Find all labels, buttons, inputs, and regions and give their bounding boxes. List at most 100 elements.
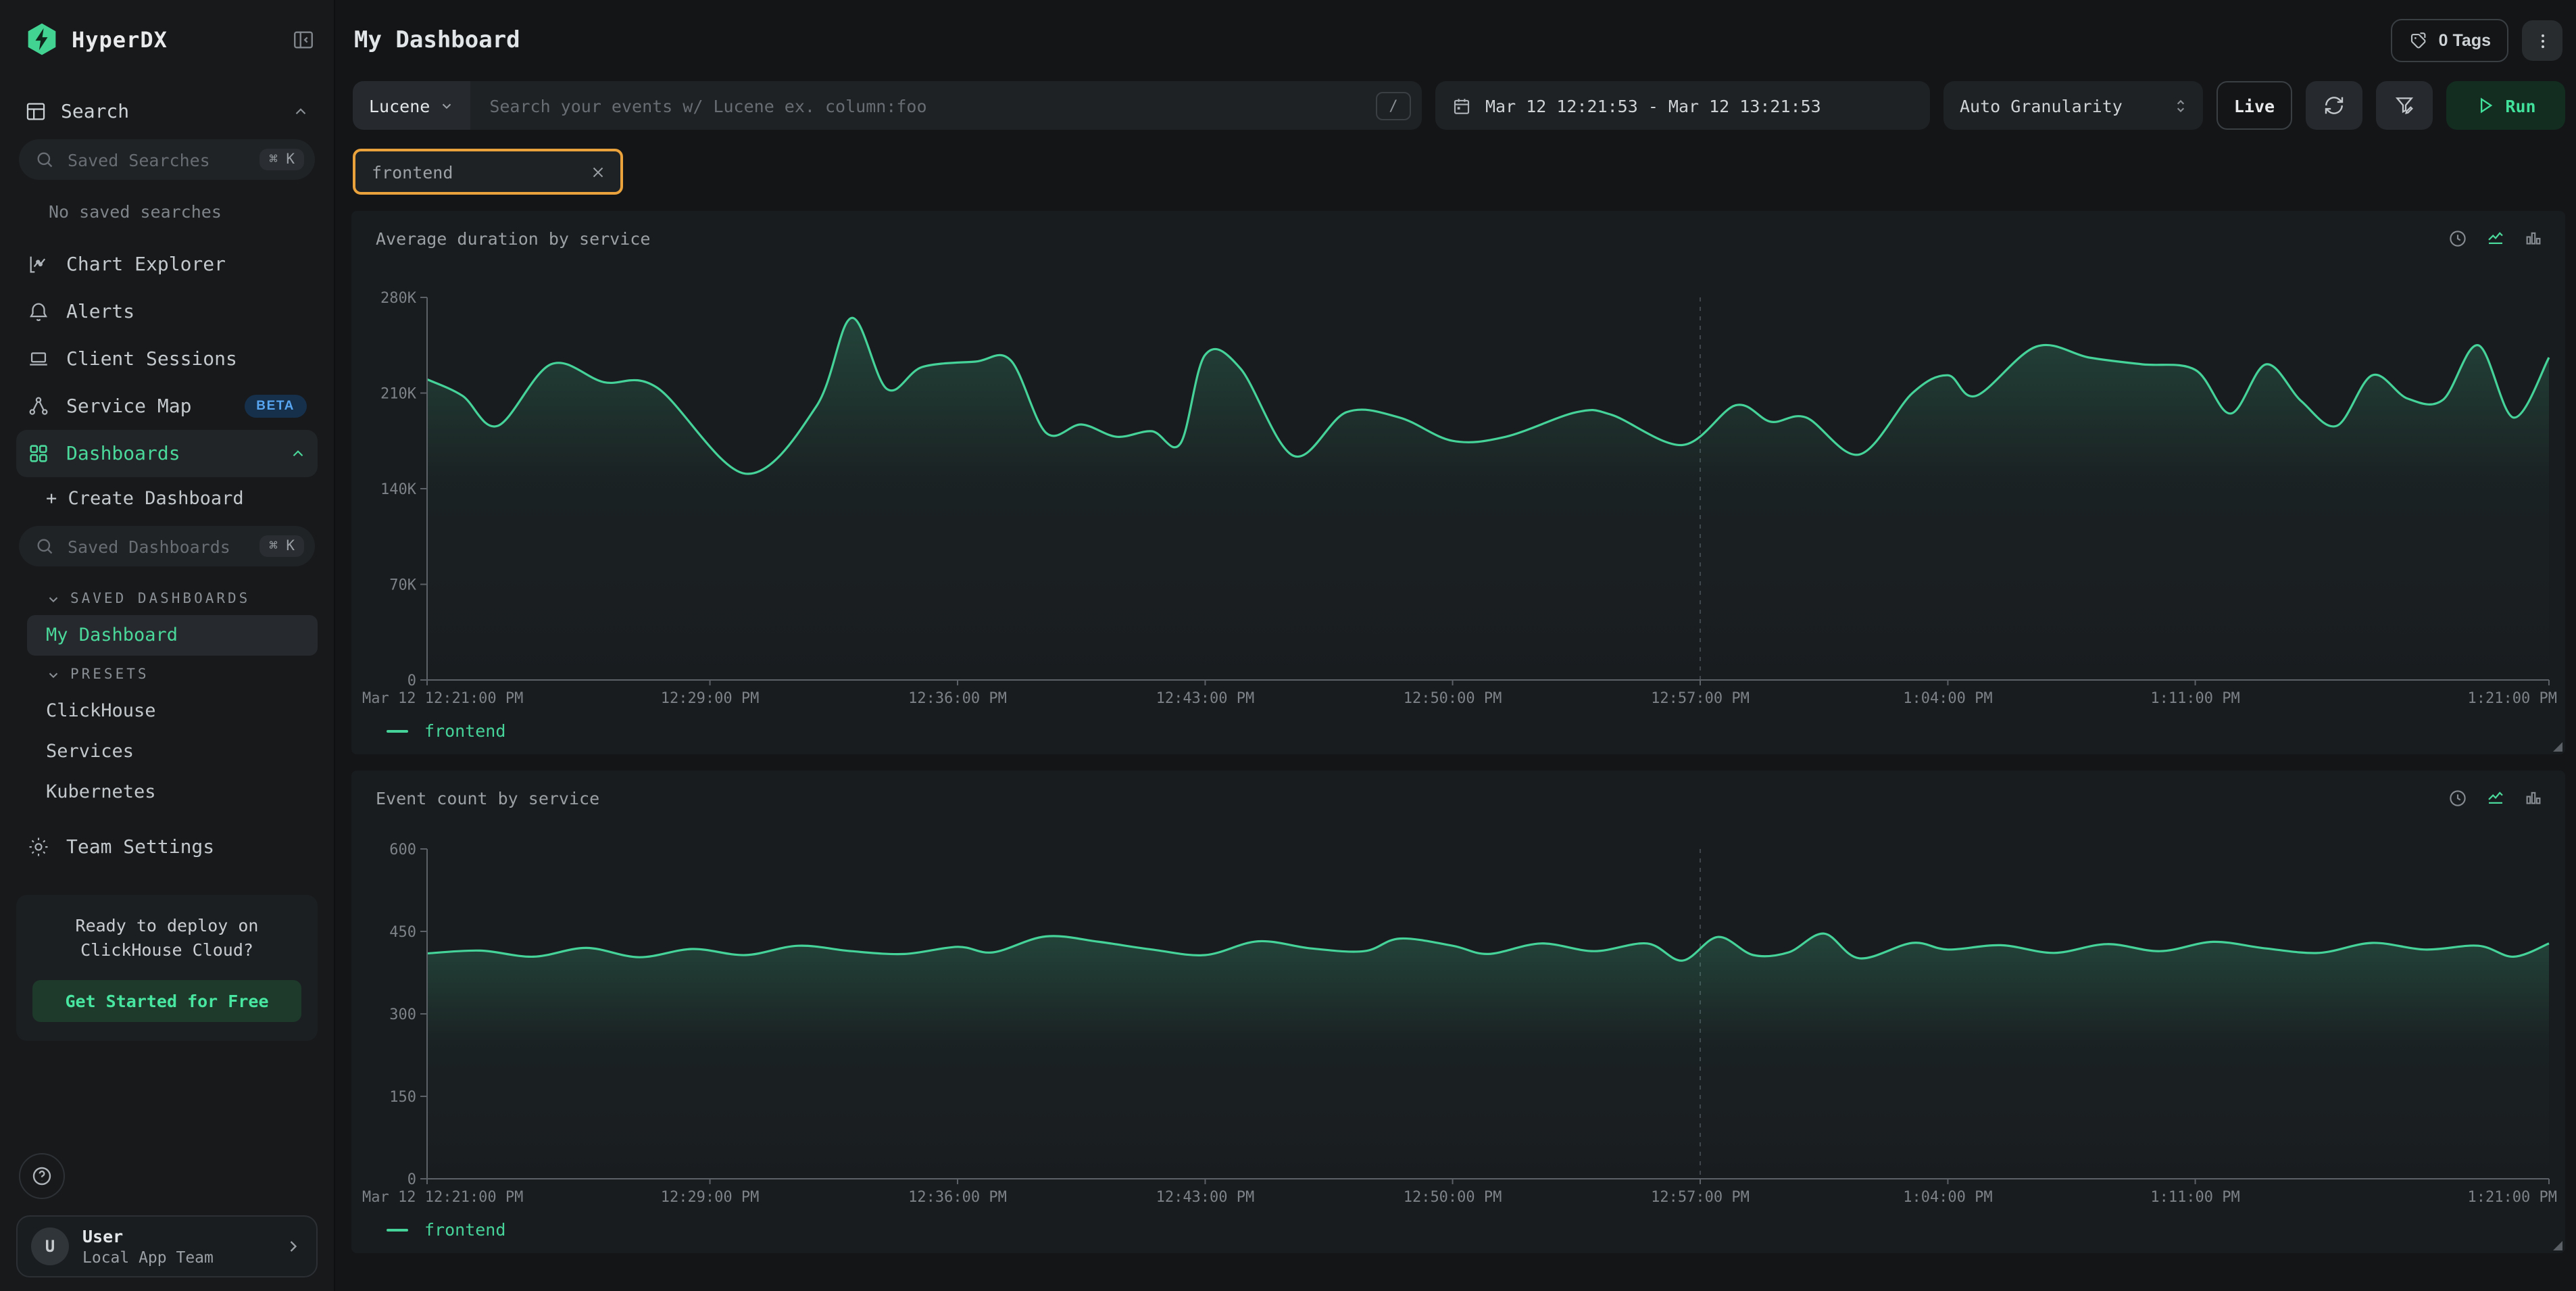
beta-badge: BETA <box>244 395 307 418</box>
chart-canvas-box[interactable]: 070K140K210K280KMar 12 12:21:00 PM12:29:… <box>351 257 2565 718</box>
promo-text: Ready to deploy on ClickHouse Cloud? <box>32 914 301 963</box>
date-range-picker[interactable]: Mar 12 12:21:53 - Mar 12 13:21:53 <box>1435 81 1930 130</box>
chart-legend[interactable]: frontend <box>351 718 2565 754</box>
legend-series-name[interactable]: frontend <box>424 1219 505 1240</box>
y-tick-label: 600 <box>389 842 416 858</box>
sidebar-item-dashboards[interactable]: Dashboards <box>16 430 318 477</box>
preset-clickhouse[interactable]: ClickHouse <box>27 691 318 731</box>
create-dashboard-link[interactable]: + Create Dashboard <box>16 477 318 520</box>
panel-resize-handle[interactable] <box>2553 1241 2562 1250</box>
chart-title: Average duration by service <box>376 228 2448 249</box>
sidebar-item-label: Alerts <box>66 301 307 322</box>
y-tick-label: 450 <box>389 924 416 941</box>
saved-dashboards-heading[interactable]: SAVED DASHBOARDS <box>16 580 318 615</box>
chevron-down-icon <box>46 667 61 682</box>
refresh-button[interactable] <box>2306 81 2362 130</box>
series-area <box>427 933 2549 1179</box>
no-saved-searches-text: No saved searches <box>16 193 318 241</box>
hyperdx-logo-icon <box>24 22 59 57</box>
search-section-icon <box>24 100 47 123</box>
chevron-up-down-icon <box>2172 97 2189 114</box>
live-button-label: Live <box>2234 95 2275 116</box>
tags-button-label: 0 Tags <box>2439 31 2491 50</box>
x-tick-label: 12:57:00 PM <box>1651 1189 1750 1206</box>
chart-panel-event-count: Event count by service 0150300450600Mar … <box>351 771 2565 1253</box>
user-name: User <box>82 1226 270 1247</box>
sidebar-item-service-map[interactable]: Service Map BETA <box>16 383 318 430</box>
presets-heading[interactable]: PRESETS <box>16 656 318 691</box>
y-tick-label: 300 <box>389 1006 416 1023</box>
series-area <box>427 318 2549 680</box>
bar-chart-icon[interactable] <box>2523 228 2544 249</box>
y-tick-label: 140K <box>380 481 417 498</box>
bar-chart-icon[interactable] <box>2523 788 2544 808</box>
y-tick-label: 210K <box>380 386 417 403</box>
time-format-icon[interactable] <box>2448 228 2468 249</box>
y-tick-label: 0 <box>407 1171 416 1188</box>
granularity-value: Auto Granularity <box>1960 95 2172 116</box>
user-card[interactable]: U User Local App Team <box>16 1215 318 1277</box>
run-button[interactable]: Run <box>2446 81 2565 130</box>
page-title: My Dashboard <box>354 27 2392 54</box>
saved-searches-input[interactable] <box>65 148 249 171</box>
x-tick-label: Mar 12 12:21:00 PM <box>362 1189 523 1206</box>
sidebar-collapse-icon[interactable] <box>292 28 315 51</box>
x-tick-label: 12:29:00 PM <box>661 690 760 707</box>
x-tick-label: 12:43:00 PM <box>1156 690 1255 707</box>
refresh-icon <box>2323 95 2345 116</box>
x-tick-label: 12:36:00 PM <box>908 690 1007 707</box>
sidebar-item-label: Chart Explorer <box>66 253 307 275</box>
chart-canvas[interactable]: 070K140K210K280KMar 12 12:21:00 PM12:29:… <box>357 257 2560 718</box>
service-map-icon <box>27 395 50 418</box>
close-icon[interactable] <box>589 163 607 180</box>
chart-canvas[interactable]: 0150300450600Mar 12 12:21:00 PM12:29:00 … <box>357 817 2560 1217</box>
x-tick-label: 12:50:00 PM <box>1404 1189 1502 1206</box>
chart-panel-average-duration: Average duration by service 070K140K210K… <box>351 211 2565 754</box>
presets-heading-label: PRESETS <box>70 666 149 683</box>
get-started-button[interactable]: Get Started for Free <box>32 981 301 1023</box>
chevron-down-icon <box>439 98 454 113</box>
chart-legend[interactable]: frontend <box>351 1217 2565 1253</box>
saved-searches-search[interactable]: ⌘ K <box>19 139 315 180</box>
sidebar-item-chart-explorer[interactable]: Chart Explorer <box>16 241 318 288</box>
preset-services[interactable]: Services <box>27 731 318 772</box>
live-button[interactable]: Live <box>2216 81 2292 130</box>
preset-kubernetes[interactable]: Kubernetes <box>27 772 318 812</box>
sidebar-item-label: Service Map <box>66 395 228 417</box>
cmd-k-shortcut: ⌘ K <box>259 535 304 557</box>
main-content: My Dashboard 0 Tags Lucene <box>335 0 2576 1291</box>
panel-resize-handle[interactable] <box>2553 742 2562 752</box>
sidebar-section-search[interactable]: Search <box>16 89 318 134</box>
language-select-label: Lucene <box>369 95 430 116</box>
event-search-input[interactable] <box>487 94 1376 117</box>
x-tick-label: 12:57:00 PM <box>1651 690 1750 707</box>
gear-icon <box>27 835 50 858</box>
filter-chip-frontend[interactable]: frontend <box>353 149 623 195</box>
saved-dashboards-search[interactable]: ⌘ K <box>19 526 315 566</box>
chart-explorer-icon <box>27 253 50 276</box>
legend-dash <box>387 1228 408 1231</box>
tags-button[interactable]: 0 Tags <box>2392 19 2508 62</box>
x-tick-label: 1:04:00 PM <box>1903 690 1992 707</box>
filter-button[interactable] <box>2376 81 2433 130</box>
dashboard-menu-button[interactable] <box>2522 20 2562 61</box>
chart-title: Event count by service <box>376 788 2448 808</box>
chart-canvas-box[interactable]: 0150300450600Mar 12 12:21:00 PM12:29:00 … <box>351 817 2565 1217</box>
filter-chip-value: frontend <box>372 162 453 182</box>
sidebar-item-label: Team Settings <box>66 836 307 858</box>
granularity-select[interactable]: Auto Granularity <box>1943 81 2203 130</box>
x-tick-label: 1:11:00 PM <box>2150 1189 2239 1206</box>
legend-series-name[interactable]: frontend <box>424 721 505 741</box>
sidebar-item-my-dashboard[interactable]: My Dashboard <box>27 615 318 656</box>
sidebar-item-alerts[interactable]: Alerts <box>16 288 318 335</box>
line-chart-icon[interactable] <box>2485 228 2506 249</box>
line-chart-icon[interactable] <box>2485 788 2506 808</box>
sidebar-item-client-sessions[interactable]: Client Sessions <box>16 335 318 383</box>
time-format-icon[interactable] <box>2448 788 2468 808</box>
help-button[interactable] <box>19 1153 65 1199</box>
sidebar-item-team-settings[interactable]: Team Settings <box>16 823 318 871</box>
date-range-value: Mar 12 12:21:53 - Mar 12 13:21:53 <box>1485 95 1821 116</box>
saved-dashboards-input[interactable] <box>65 535 249 558</box>
y-tick-label: 280K <box>380 290 417 307</box>
language-select[interactable]: Lucene <box>353 81 470 130</box>
